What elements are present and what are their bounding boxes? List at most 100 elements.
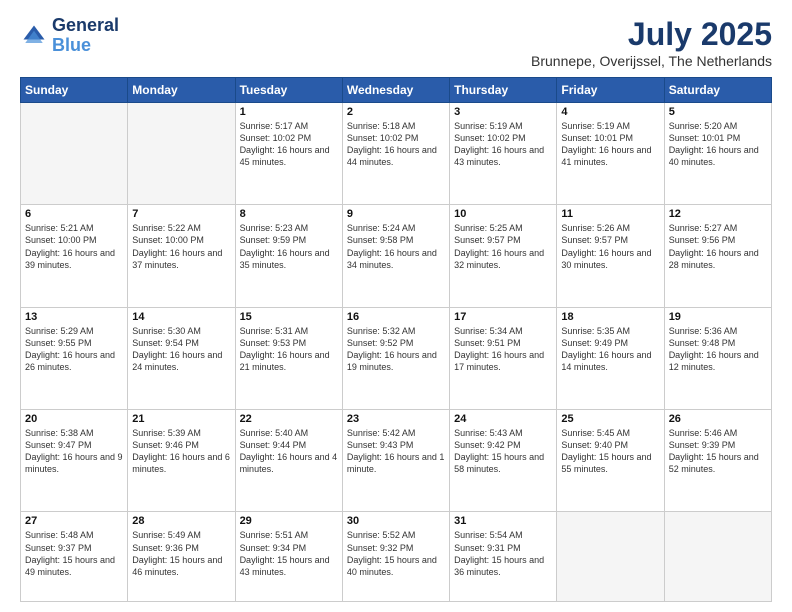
day-info: Sunrise: 5:36 AM Sunset: 9:48 PM Dayligh… [669, 325, 767, 374]
day-number: 17 [454, 311, 552, 323]
day-info: Sunrise: 5:23 AM Sunset: 9:59 PM Dayligh… [240, 222, 338, 271]
day-number: 21 [132, 413, 230, 425]
calendar-day-cell: 2Sunrise: 5:18 AM Sunset: 10:02 PM Dayli… [342, 103, 449, 205]
calendar-day-cell: 15 Sunrise: 5:31 AM Sunset: 9:53 PM Dayli… [235, 307, 342, 409]
day-number: 11 [561, 208, 659, 220]
calendar-day-cell: 4Sunrise: 5:19 AM Sunset: 10:01 PM Dayli… [557, 103, 664, 205]
day-number: 13 [25, 311, 123, 323]
calendar-day-cell: 31 Sunrise: 5:54 AM Sunset: 9:31 PM Dayli… [450, 512, 557, 602]
day-number: 8 [240, 208, 338, 220]
day-info: Sunrise: 5:52 AM Sunset: 9:32 PM Dayligh… [347, 529, 445, 578]
calendar-day-cell: 20 Sunrise: 5:38 AM Sunset: 9:47 PM Dayli… [21, 410, 128, 512]
day-number: 9 [347, 208, 445, 220]
day-number: 20 [25, 413, 123, 425]
day-info: Sunrise: 5:32 AM Sunset: 9:52 PM Dayligh… [347, 325, 445, 374]
day-number: 7 [132, 208, 230, 220]
logo: General Blue [20, 16, 119, 56]
calendar-day-cell [557, 512, 664, 602]
calendar-day-cell: 16 Sunrise: 5:32 AM Sunset: 9:52 PM Dayli… [342, 307, 449, 409]
location-subtitle: Brunnepe, Overijssel, The Netherlands [531, 53, 772, 69]
calendar-day-cell [21, 103, 128, 205]
day-number: 10 [454, 208, 552, 220]
calendar-day-cell: 19 Sunrise: 5:36 AM Sunset: 9:48 PM Dayli… [664, 307, 771, 409]
day-info: Sunrise: 5:30 AM Sunset: 9:54 PM Dayligh… [132, 325, 230, 374]
day-info: Sunrise: 5:48 AM Sunset: 9:37 PM Dayligh… [25, 529, 123, 578]
day-info: Sunrise: 5:31 AM Sunset: 9:53 PM Dayligh… [240, 325, 338, 374]
day-number: 29 [240, 515, 338, 527]
calendar-day-cell [128, 103, 235, 205]
calendar-week-row: 1Sunrise: 5:17 AM Sunset: 10:02 PM Dayli… [21, 103, 772, 205]
calendar-day-cell: 17Sunrise: 5:34 AM Sunset: 9:51 PM Dayli… [450, 307, 557, 409]
day-info: Sunrise: 5:20 AM Sunset: 10:01 PM Daylig… [669, 120, 767, 169]
day-info: Sunrise: 5:42 AM Sunset: 9:43 PM Dayligh… [347, 427, 445, 476]
day-number: 25 [561, 413, 659, 425]
day-info: Sunrise: 5:22 AM Sunset: 10:00 PM Daylig… [132, 222, 230, 271]
day-number: 22 [240, 413, 338, 425]
day-info: Sunrise: 5:38 AM Sunset: 9:47 PM Dayligh… [25, 427, 123, 476]
weekday-header-wednesday: Wednesday [342, 78, 449, 103]
day-info: Sunrise: 5:40 AM Sunset: 9:44 PM Dayligh… [240, 427, 338, 476]
calendar-day-cell: 30 Sunrise: 5:52 AM Sunset: 9:32 PM Dayli… [342, 512, 449, 602]
calendar-day-cell: 9Sunrise: 5:24 AM Sunset: 9:58 PM Daylig… [342, 205, 449, 307]
day-number: 31 [454, 515, 552, 527]
day-info: Sunrise: 5:26 AM Sunset: 9:57 PM Dayligh… [561, 222, 659, 271]
calendar-day-cell: 18 Sunrise: 5:35 AM Sunset: 9:49 PM Dayli… [557, 307, 664, 409]
day-number: 19 [669, 311, 767, 323]
calendar-day-cell: 27 Sunrise: 5:48 AM Sunset: 9:37 PM Dayli… [21, 512, 128, 602]
calendar-table: SundayMondayTuesdayWednesdayThursdayFrid… [20, 77, 772, 602]
day-info: Sunrise: 5:39 AM Sunset: 9:46 PM Dayligh… [132, 427, 230, 476]
day-info: Sunrise: 5:27 AM Sunset: 9:56 PM Dayligh… [669, 222, 767, 271]
weekday-header-tuesday: Tuesday [235, 78, 342, 103]
day-info: Sunrise: 5:18 AM Sunset: 10:02 PM Daylig… [347, 120, 445, 169]
weekday-header-thursday: Thursday [450, 78, 557, 103]
calendar-day-cell: 6Sunrise: 5:21 AM Sunset: 10:00 PM Dayli… [21, 205, 128, 307]
calendar-day-cell: 8 Sunrise: 5:23 AM Sunset: 9:59 PM Daylig… [235, 205, 342, 307]
calendar-week-row: 27 Sunrise: 5:48 AM Sunset: 9:37 PM Dayli… [21, 512, 772, 602]
day-number: 30 [347, 515, 445, 527]
calendar-week-row: 6Sunrise: 5:21 AM Sunset: 10:00 PM Dayli… [21, 205, 772, 307]
day-number: 24 [454, 413, 552, 425]
day-number: 23 [347, 413, 445, 425]
day-number: 26 [669, 413, 767, 425]
day-info: Sunrise: 5:54 AM Sunset: 9:31 PM Dayligh… [454, 529, 552, 578]
day-number: 28 [132, 515, 230, 527]
calendar-day-cell: 5 Sunrise: 5:20 AM Sunset: 10:01 PM Dayli… [664, 103, 771, 205]
day-number: 18 [561, 311, 659, 323]
calendar-day-cell: 25 Sunrise: 5:45 AM Sunset: 9:40 PM Dayli… [557, 410, 664, 512]
day-number: 14 [132, 311, 230, 323]
calendar-day-cell: 29 Sunrise: 5:51 AM Sunset: 9:34 PM Dayli… [235, 512, 342, 602]
day-info: Sunrise: 5:25 AM Sunset: 9:57 PM Dayligh… [454, 222, 552, 271]
title-block: July 2025 Brunnepe, Overijssel, The Neth… [531, 16, 772, 69]
calendar-day-cell: 28 Sunrise: 5:49 AM Sunset: 9:36 PM Dayli… [128, 512, 235, 602]
day-number: 5 [669, 106, 767, 118]
day-info: Sunrise: 5:46 AM Sunset: 9:39 PM Dayligh… [669, 427, 767, 476]
calendar-day-cell: 21 Sunrise: 5:39 AM Sunset: 9:46 PM Dayli… [128, 410, 235, 512]
weekday-header-friday: Friday [557, 78, 664, 103]
day-number: 15 [240, 311, 338, 323]
day-number: 3 [454, 106, 552, 118]
calendar-week-row: 13Sunrise: 5:29 AM Sunset: 9:55 PM Dayli… [21, 307, 772, 409]
day-info: Sunrise: 5:51 AM Sunset: 9:34 PM Dayligh… [240, 529, 338, 578]
day-number: 6 [25, 208, 123, 220]
month-title: July 2025 [531, 16, 772, 53]
day-info: Sunrise: 5:35 AM Sunset: 9:49 PM Dayligh… [561, 325, 659, 374]
calendar-day-cell: 10 Sunrise: 5:25 AM Sunset: 9:57 PM Dayli… [450, 205, 557, 307]
day-number: 1 [240, 106, 338, 118]
calendar-day-cell: 24Sunrise: 5:43 AM Sunset: 9:42 PM Dayli… [450, 410, 557, 512]
calendar-page: General Blue July 2025 Brunnepe, Overijs… [0, 0, 792, 612]
calendar-day-cell: 14 Sunrise: 5:30 AM Sunset: 9:54 PM Dayli… [128, 307, 235, 409]
calendar-day-cell [664, 512, 771, 602]
logo-icon [20, 22, 48, 50]
calendar-day-cell: 13Sunrise: 5:29 AM Sunset: 9:55 PM Dayli… [21, 307, 128, 409]
day-number: 27 [25, 515, 123, 527]
calendar-day-cell: 23 Sunrise: 5:42 AM Sunset: 9:43 PM Dayli… [342, 410, 449, 512]
day-number: 4 [561, 106, 659, 118]
calendar-day-cell: 7 Sunrise: 5:22 AM Sunset: 10:00 PM Dayli… [128, 205, 235, 307]
calendar-day-cell: 1Sunrise: 5:17 AM Sunset: 10:02 PM Dayli… [235, 103, 342, 205]
day-info: Sunrise: 5:45 AM Sunset: 9:40 PM Dayligh… [561, 427, 659, 476]
day-number: 16 [347, 311, 445, 323]
weekday-header-sunday: Sunday [21, 78, 128, 103]
day-info: Sunrise: 5:49 AM Sunset: 9:36 PM Dayligh… [132, 529, 230, 578]
calendar-day-cell: 22 Sunrise: 5:40 AM Sunset: 9:44 PM Dayli… [235, 410, 342, 512]
calendar-day-cell: 3Sunrise: 5:19 AM Sunset: 10:02 PM Dayli… [450, 103, 557, 205]
